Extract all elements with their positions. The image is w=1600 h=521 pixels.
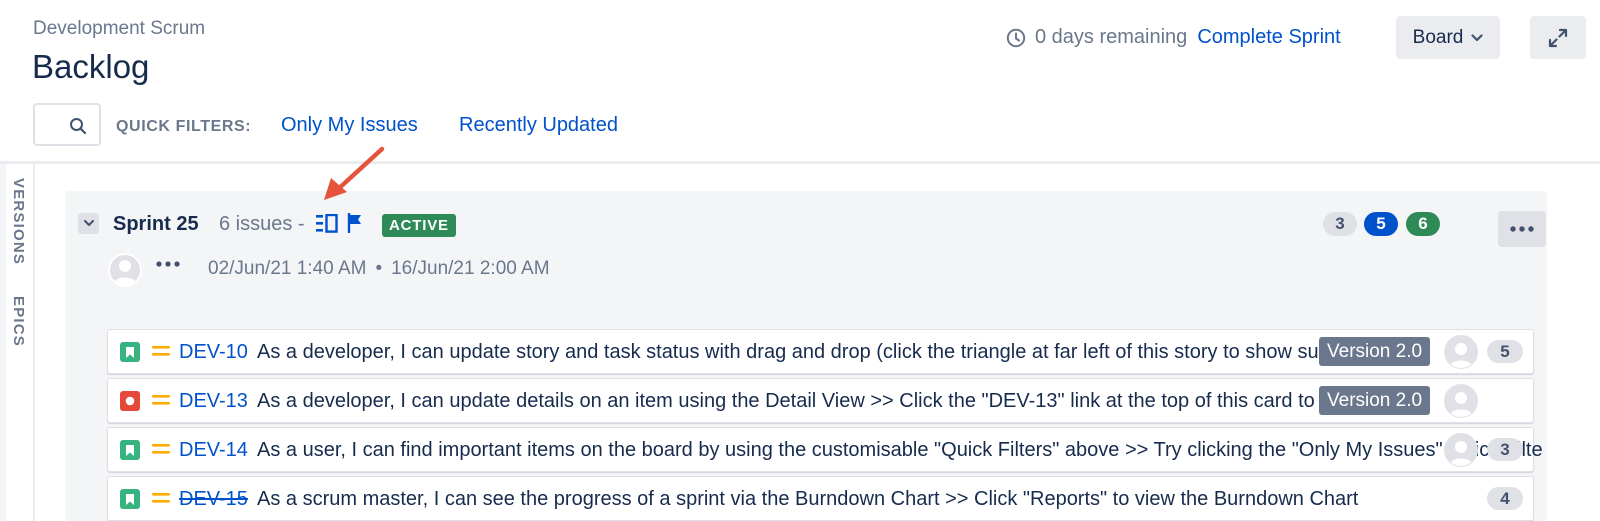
issue-summary: As a developer, I can update details on … bbox=[257, 390, 1427, 412]
sprint-more-button[interactable] bbox=[1498, 211, 1546, 247]
story-points-badge: 4 bbox=[1487, 487, 1523, 510]
issue-key[interactable]: DEV-15 bbox=[179, 488, 248, 511]
todo-count-badge: 3 bbox=[1323, 212, 1357, 236]
date-separator: • bbox=[375, 258, 383, 279]
sprint-end-date: 16/Jun/21 2:00 AM bbox=[391, 258, 550, 279]
issue-row[interactable]: DEV-13 As a developer, I can update deta… bbox=[107, 378, 1534, 423]
quick-filter-only-my-issues[interactable]: Only My Issues bbox=[281, 114, 418, 137]
avatar[interactable] bbox=[1444, 335, 1478, 369]
page-title: Backlog bbox=[32, 48, 150, 85]
avatar[interactable] bbox=[1444, 433, 1478, 467]
sprint-issue-count: 6 issues - bbox=[219, 213, 305, 235]
board-icon[interactable] bbox=[316, 214, 338, 233]
annotation-arrow bbox=[324, 146, 385, 200]
tab-versions[interactable]: VERSIONS bbox=[10, 178, 27, 265]
story-icon bbox=[120, 440, 140, 460]
issue-row[interactable]: DEV-14 As a user, I can find important i… bbox=[107, 427, 1542, 472]
user-icon bbox=[1449, 441, 1473, 466]
sidebar-divider bbox=[33, 164, 35, 521]
issue-key[interactable]: DEV-10 bbox=[179, 341, 248, 364]
issue-summary: As a scrum master, I can see the progres… bbox=[257, 488, 1359, 510]
user-icon bbox=[113, 260, 137, 285]
story-icon bbox=[120, 489, 140, 509]
left-strip bbox=[0, 164, 6, 521]
in-progress-count-badge: 5 bbox=[1364, 212, 1398, 236]
priority-medium-icon bbox=[152, 346, 170, 356]
sprint-status: 0 days remaining Complete Sprint bbox=[1006, 26, 1341, 49]
story-points-badge: 3 bbox=[1487, 438, 1523, 461]
avatar[interactable] bbox=[1444, 384, 1478, 418]
priority-medium-icon bbox=[152, 493, 170, 503]
user-icon bbox=[1449, 392, 1473, 417]
sprint-collapse-button[interactable] bbox=[78, 213, 99, 234]
story-points-badge: 5 bbox=[1487, 340, 1523, 363]
sprint-status-badge: ACTIVE bbox=[382, 214, 456, 237]
board-label: Board bbox=[1412, 26, 1464, 48]
flag-icon[interactable] bbox=[347, 213, 363, 233]
version-lozenge: Version 2.0 bbox=[1319, 337, 1431, 366]
chevron-down-icon bbox=[83, 220, 94, 226]
quick-filter-recently-updated[interactable]: Recently Updated bbox=[459, 114, 618, 137]
chevron-down-icon bbox=[1471, 33, 1483, 41]
avatar[interactable] bbox=[108, 253, 142, 287]
done-count-badge: 6 bbox=[1406, 212, 1440, 236]
fullscreen-button[interactable] bbox=[1530, 16, 1586, 59]
expand-icon bbox=[1548, 28, 1568, 47]
tab-epics[interactable]: EPICS bbox=[10, 296, 27, 347]
sprint-dates: 02/Jun/21 1:40 AM • 16/Jun/21 2:00 AM bbox=[208, 258, 550, 280]
bug-icon bbox=[120, 391, 140, 411]
issue-row[interactable]: DEV-10 As a developer, I can update stor… bbox=[107, 329, 1534, 374]
search-icon bbox=[70, 118, 87, 135]
issue-key[interactable]: DEV-13 bbox=[179, 390, 248, 413]
header-divider bbox=[0, 161, 1600, 164]
issue-key[interactable]: DEV-14 bbox=[179, 439, 248, 462]
user-icon bbox=[1449, 343, 1473, 368]
clock-icon bbox=[1006, 28, 1026, 47]
version-lozenge: Version 2.0 bbox=[1319, 386, 1431, 415]
search-box[interactable] bbox=[33, 103, 101, 146]
project-name: Development Scrum bbox=[33, 18, 206, 39]
more-icon bbox=[1510, 226, 1534, 232]
story-icon bbox=[120, 342, 140, 362]
quick-filters-label: QUICK FILTERS: bbox=[116, 118, 252, 135]
priority-medium-icon bbox=[152, 444, 170, 454]
board-dropdown-button[interactable]: Board bbox=[1396, 16, 1500, 59]
sprint-name: Sprint 25 bbox=[113, 213, 199, 235]
issue-row[interactable]: DEV-15 As a scrum master, I can see the … bbox=[107, 476, 1534, 521]
priority-medium-icon bbox=[152, 395, 170, 405]
sprint-actions-icon[interactable] bbox=[156, 257, 180, 271]
days-remaining: 0 days remaining bbox=[1035, 26, 1188, 48]
issue-summary: As a user, I can find important items on… bbox=[257, 439, 1542, 461]
issue-summary: As a developer, I can update story and t… bbox=[257, 341, 1390, 363]
sprint-start-date: 02/Jun/21 1:40 AM bbox=[208, 258, 367, 279]
complete-sprint-link[interactable]: Complete Sprint bbox=[1197, 26, 1340, 49]
